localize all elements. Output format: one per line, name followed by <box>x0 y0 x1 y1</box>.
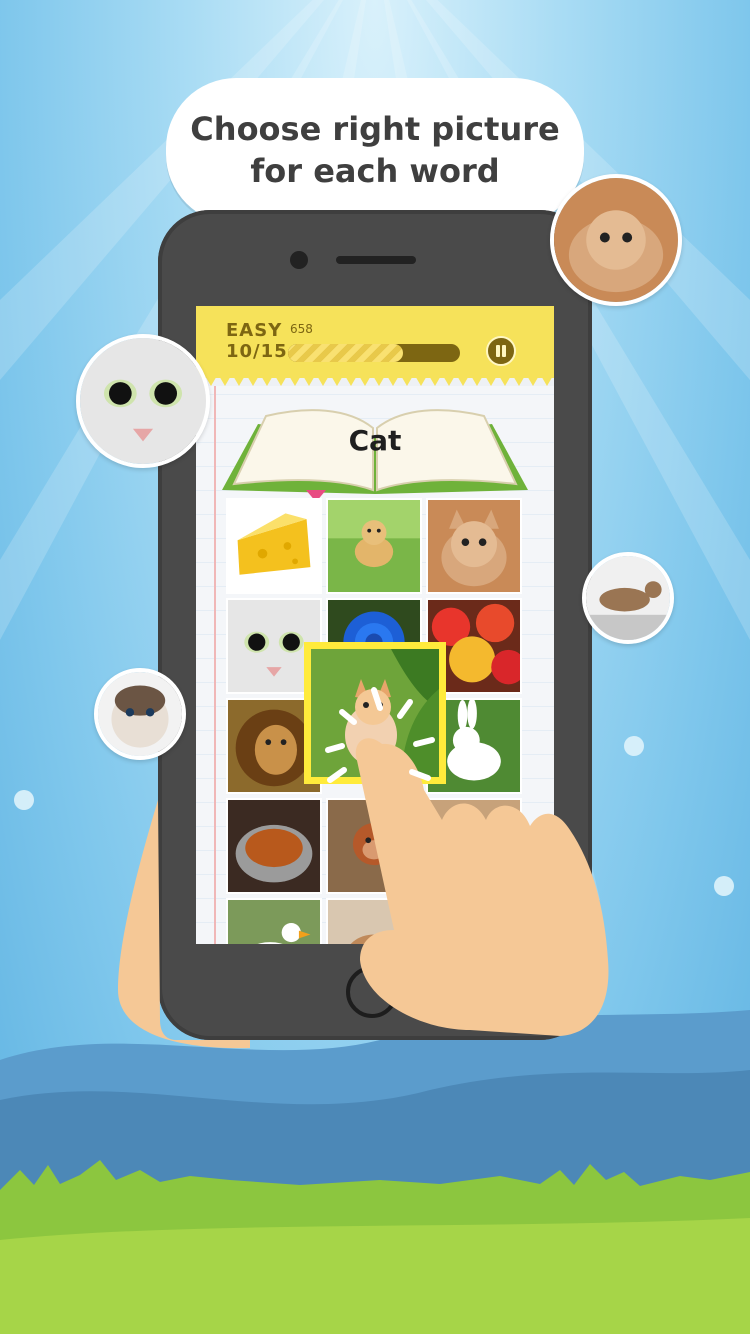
pause-icon[interactable] <box>486 336 516 366</box>
instruction-text: Choose right picture for each word <box>166 108 584 192</box>
phone-camera <box>290 251 308 269</box>
progress-bar-fill <box>288 344 404 362</box>
instruction-line-1: Choose right picture <box>190 110 560 148</box>
tile-kitten[interactable] <box>426 498 522 594</box>
tile-cheese[interactable] <box>226 498 322 594</box>
tile-mouse[interactable] <box>426 798 522 894</box>
tile-cat-peek[interactable] <box>326 898 422 944</box>
selected-tile-kitten-in-grass[interactable] <box>304 642 446 784</box>
home-button-icon[interactable] <box>346 966 398 1018</box>
avatar-kitten <box>550 174 682 306</box>
level-info: EASY 10/15 <box>226 320 288 362</box>
instruction-line-2: for each word <box>250 152 500 190</box>
avatar-cat-face <box>76 334 210 468</box>
progress-count: 10/15 <box>226 341 288 362</box>
progress-bar <box>288 344 460 362</box>
tile-duck[interactable] <box>226 898 322 944</box>
bubble-dot <box>624 736 644 756</box>
game-screen: EASY 10/15 658 Cat <box>196 306 554 944</box>
top-bar: EASY 10/15 658 <box>196 306 554 378</box>
tile-monkey[interactable] <box>326 798 422 894</box>
avatar-grumpy-cat <box>94 668 186 760</box>
target-word: Cat <box>348 424 402 457</box>
tile-roast-chicken[interactable] <box>226 798 322 894</box>
score-value: 658 <box>290 322 313 336</box>
tile-dog[interactable] <box>326 498 422 594</box>
phone-speaker <box>336 256 416 264</box>
difficulty-label: EASY <box>226 320 283 341</box>
kitten-in-grass-image <box>311 649 439 777</box>
bubble-dot <box>714 876 734 896</box>
top-bar-zigzag <box>196 374 554 386</box>
bubble-dot <box>14 790 34 810</box>
avatar-tabby-cat <box>582 552 674 644</box>
